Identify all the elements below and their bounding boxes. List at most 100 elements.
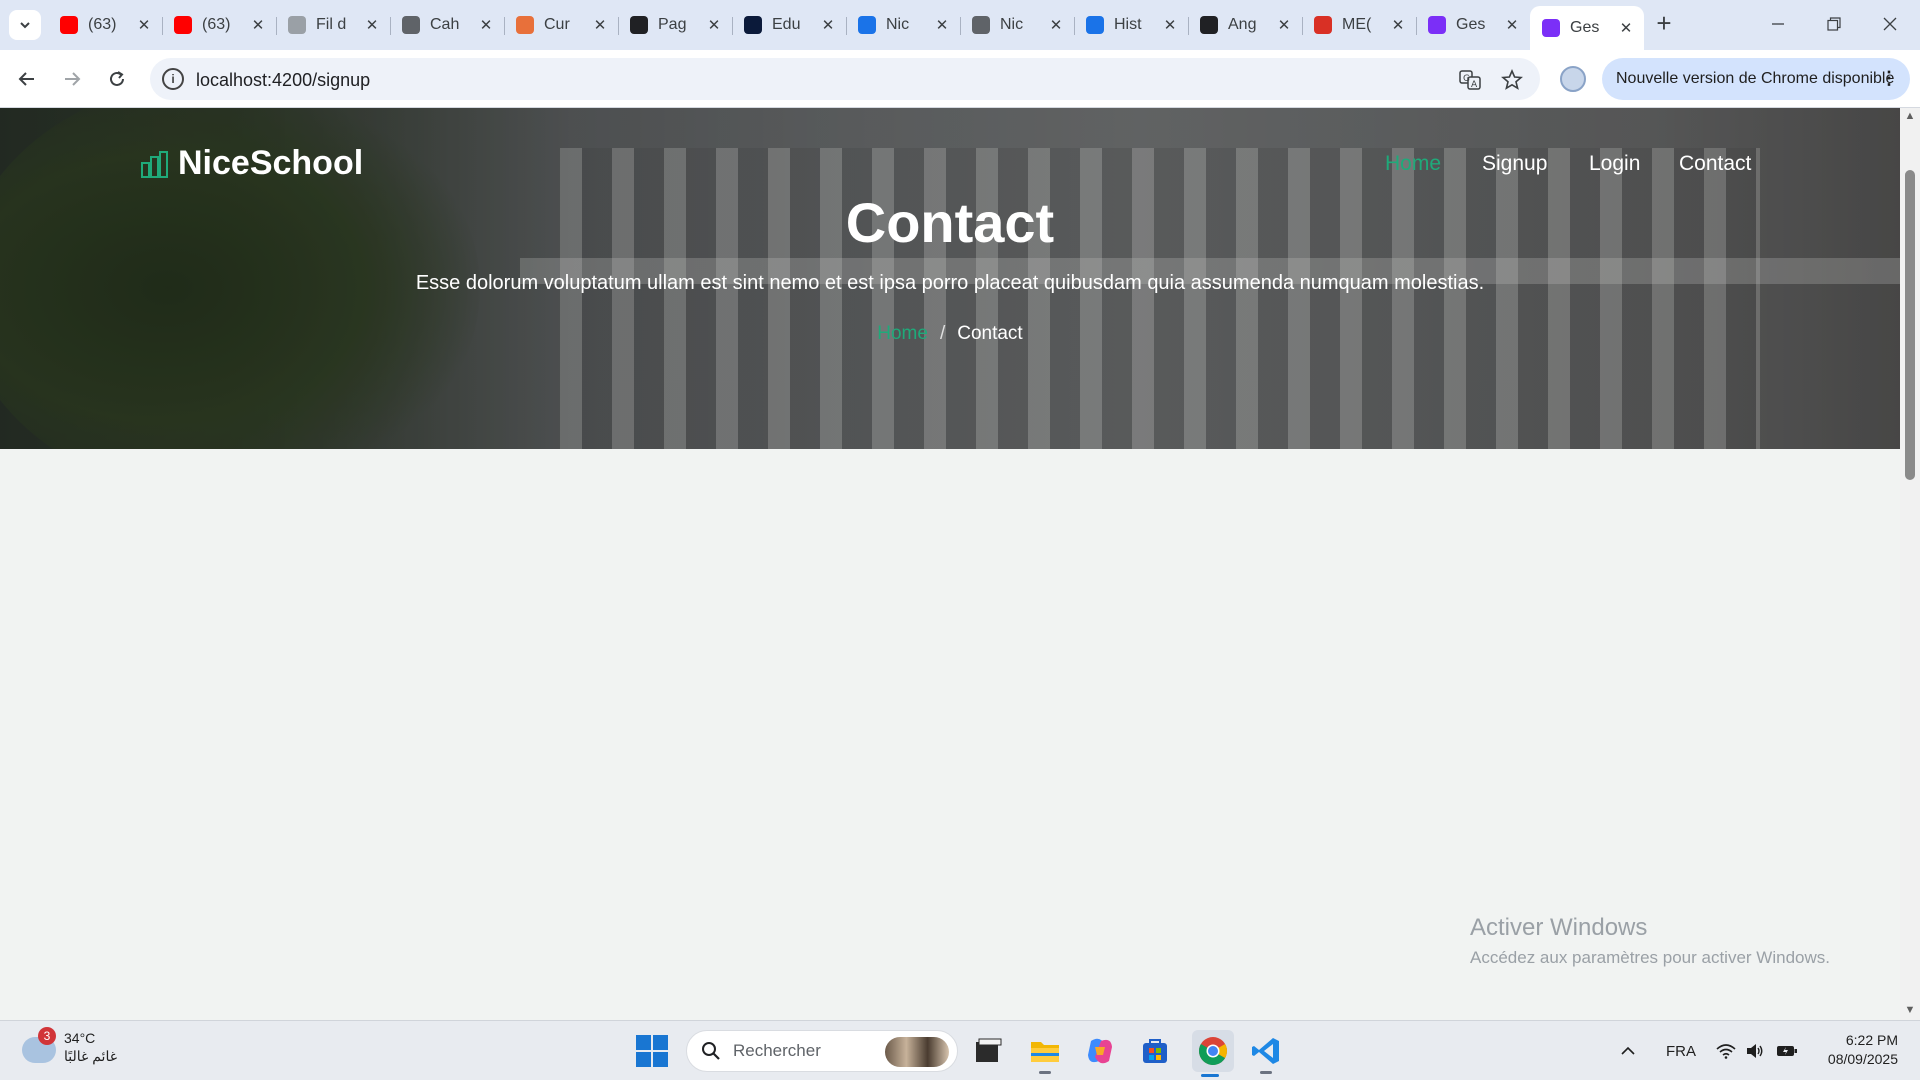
tab-title: Edu [772,16,801,33]
clock-date: 08/09/2025 [1827,1051,1898,1067]
weather-condition: غائم غالبًا [64,1048,118,1064]
tab-search-button[interactable] [9,10,41,40]
forward-button[interactable] [55,62,89,96]
youtube-icon [174,16,192,34]
system-clock[interactable]: 6:22 PM 08/09/2025 [1808,1031,1898,1069]
weather-temp: 34°C [64,1030,96,1046]
nav-contact[interactable]: Contact [1679,152,1751,176]
close-tab-icon[interactable]: ✕ [820,16,836,34]
profile-avatar[interactable] [1560,66,1586,92]
page-scrollbar[interactable]: ▲ ▼ [1900,108,1920,1020]
minimize-icon [1772,23,1784,25]
battery-icon[interactable] [1776,1021,1798,1080]
close-tab-icon[interactable]: ✕ [934,16,950,34]
browser-tab[interactable]: (63) ✕ [48,6,162,44]
globe-icon [402,16,420,34]
restore-button[interactable] [1806,0,1862,48]
tab-title: Pag [658,16,687,33]
bootstrap-icon [1428,16,1446,34]
hero-banner: NiceSchool Home Signup Login Contact Con… [0,108,1900,449]
site-name: NiceSchool [178,144,364,182]
translate-icon[interactable]: GA [1458,68,1482,92]
breadcrumb-current: Contact [957,323,1023,344]
scroll-up-icon[interactable]: ▲ [1904,110,1916,122]
more-menu-icon[interactable]: ⋮ [1880,68,1898,89]
browser-tab[interactable]: Cur ✕ [504,6,618,44]
browser-tab[interactable]: Hist ✕ [1074,6,1188,44]
language-indicator[interactable]: FRA [1666,1021,1696,1080]
minimize-button[interactable] [1750,0,1806,48]
tab-title: Fil d [316,16,347,33]
y-logo-icon [744,16,762,34]
browser-tab[interactable]: Pag ✕ [618,6,732,44]
browser-tab[interactable]: Nic ✕ [846,6,960,44]
browser-tab[interactable]: Ges ✕ [1530,6,1644,50]
close-icon [1883,17,1897,31]
browser-tab[interactable]: Cah ✕ [390,6,504,44]
browser-tab[interactable]: Ang ✕ [1188,6,1302,44]
vscode-icon[interactable] [1248,1033,1284,1074]
new-tab-button[interactable]: + [1650,10,1678,38]
scroll-down-icon[interactable]: ▼ [1904,1004,1916,1016]
tab-title: Ges [1570,19,1600,36]
volume-icon[interactable] [1746,1021,1764,1080]
breadcrumb: Home / Contact [0,323,1900,345]
nav-login[interactable]: Login [1589,152,1640,176]
browser-tab[interactable]: Edu ✕ [732,6,846,44]
file-explorer-icon[interactable] [970,1033,1006,1069]
chrome-icon[interactable] [1192,1030,1234,1077]
browser-tab[interactable]: Nic ✕ [960,6,1074,44]
document-icon [288,16,306,34]
close-tab-icon[interactable]: ✕ [136,16,152,34]
tray-overflow-icon[interactable] [1620,1021,1636,1080]
close-tab-icon[interactable]: ✕ [592,16,608,34]
nav-signup[interactable]: Signup [1482,152,1547,176]
close-tab-icon[interactable]: ✕ [1390,16,1406,34]
arrow-right-icon [65,72,81,86]
breadcrumb-home[interactable]: Home [877,323,928,344]
breadcrumb-separator: / [939,323,946,344]
address-bar[interactable]: i localhost:4200/signup GA [150,58,1540,100]
url-text[interactable]: localhost:4200/signup [196,70,370,91]
back-button[interactable] [10,62,44,96]
close-tab-icon[interactable]: ✕ [706,16,722,34]
close-tab-icon[interactable]: ✕ [250,16,266,34]
running-indicator [1039,1071,1051,1074]
close-tab-icon[interactable]: ✕ [364,16,380,34]
close-tab-icon[interactable]: ✕ [1048,16,1064,34]
nav-home[interactable]: Home [1385,152,1441,176]
reload-button[interactable] [100,62,134,96]
cloud-icon [516,16,534,34]
tab-title: (63) [88,16,117,33]
browser-tab[interactable]: Ges ✕ [1416,6,1530,44]
svg-text:G: G [1463,74,1470,84]
download-icon [1086,16,1104,34]
close-window-button[interactable] [1862,0,1918,48]
watermark-subtitle: Accédez aux paramètres pour activer Wind… [1470,948,1830,967]
site-logo[interactable]: NiceSchool [140,144,363,183]
tab-list: (63) ✕ (63) ✕ Fil d ✕ Cah ✕ Cur ✕ Pag ✕ Edu ✕ Nic ✕ Nic ✕… [48,6,1644,50]
close-tab-icon[interactable]: ✕ [1276,16,1292,34]
store-icon[interactable] [1137,1033,1173,1069]
browser-tab[interactable]: ME(✕ [1302,6,1416,44]
taskbar-search[interactable]: Rechercher [686,1030,958,1072]
close-tab-icon[interactable]: ✕ [1162,16,1178,34]
weather-widget[interactable]: 3 34°C غائم غالبًا [22,1027,118,1065]
chrome-update-button[interactable]: Nouvelle version de Chrome disponible ⋮ [1602,58,1910,100]
notification-badge: 3 [38,1027,56,1045]
browser-tab[interactable]: (63) ✕ [162,6,276,44]
close-tab-icon[interactable]: ✕ [1504,16,1520,34]
close-tab-icon[interactable]: ✕ [1618,19,1634,37]
windows-start-icon[interactable] [636,1035,668,1067]
clock-time: 6:22 PM [1845,1032,1898,1048]
restore-icon [1827,17,1841,31]
site-info-icon[interactable]: i [162,68,184,90]
close-tab-icon[interactable]: ✕ [478,16,494,34]
scrollbar-thumb[interactable] [1905,170,1915,480]
folder-icon[interactable] [1027,1033,1063,1074]
bookmark-star-icon[interactable] [1500,68,1524,92]
wifi-icon[interactable] [1716,1021,1736,1080]
tab-title: Hist [1114,16,1142,33]
copilot-icon[interactable] [1082,1033,1118,1069]
browser-tab[interactable]: Fil d ✕ [276,6,390,44]
